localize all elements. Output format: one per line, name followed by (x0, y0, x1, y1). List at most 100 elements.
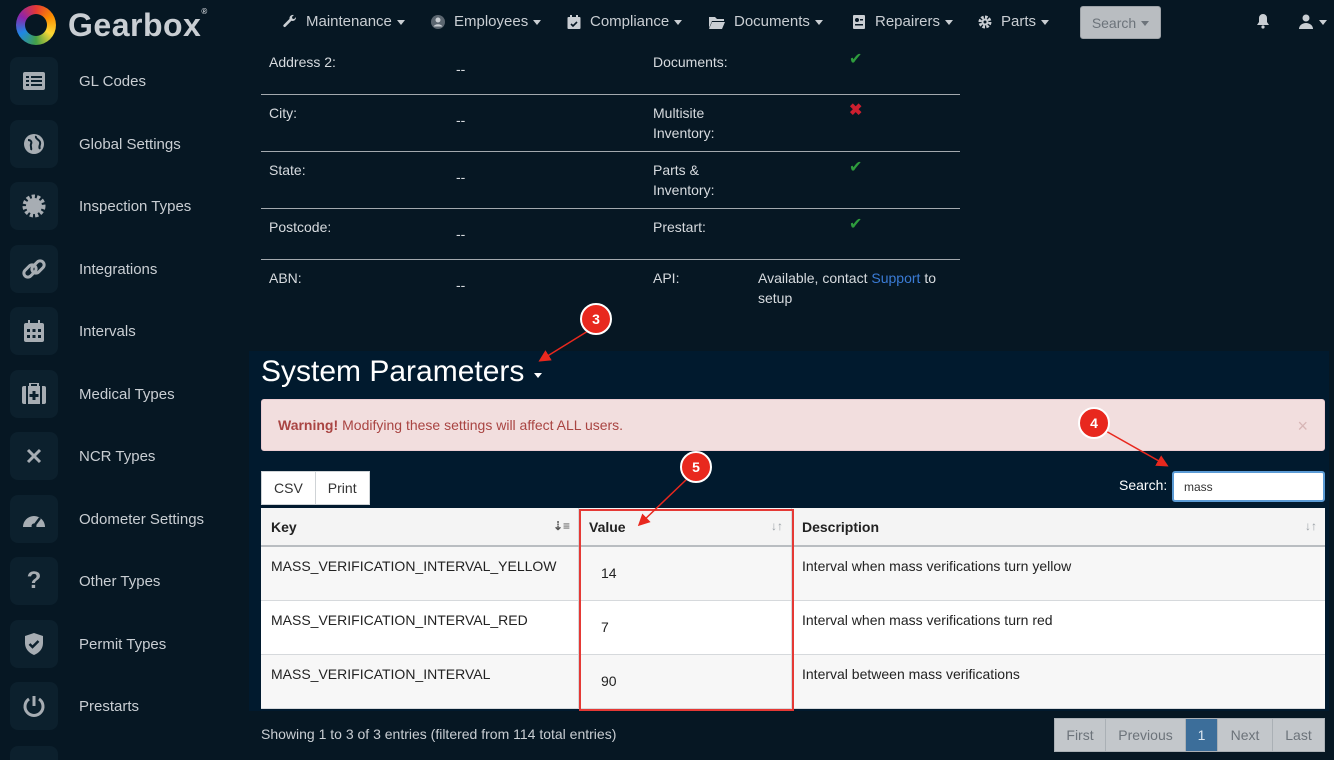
sidebar-item-label: Permit Types (79, 636, 166, 653)
sidebar-item-gl-codes[interactable]: GL Codes (0, 50, 249, 112)
detail-row: Postcode: -- Prestart: ✔ (261, 209, 960, 260)
globe-icon (10, 120, 58, 168)
description-text: Interval when mass verifications turn ye… (802, 558, 1071, 574)
key-cell: MASS_VERIFICATION_INTERVAL (261, 655, 579, 709)
api-status-text: Available, contact Support to setup (758, 268, 958, 308)
csv-button[interactable]: CSV (261, 471, 316, 505)
check-icon: ✔ (849, 158, 862, 178)
nav-maintenance[interactable]: Maintenance (282, 13, 405, 30)
chevron-down-icon (1141, 21, 1149, 26)
key-text: MASS_VERIFICATION_INTERVAL_RED (271, 612, 528, 628)
description-text: Interval when mass verifications turn re… (802, 612, 1053, 628)
pagination-first[interactable]: First (1054, 718, 1106, 752)
check-icon: ✔ (849, 215, 862, 235)
sidebar-item-other-types[interactable]: ? Other Types (0, 550, 249, 612)
annotation-marker-3: 3 (580, 303, 612, 335)
nav-employees-label: Employees (454, 13, 528, 30)
partial-icon (10, 746, 58, 760)
column-header-description[interactable]: Description ↓↑ (792, 508, 1325, 545)
calendar-check-icon (566, 14, 582, 30)
medkit-icon (10, 370, 58, 418)
support-link[interactable]: Support (871, 270, 920, 286)
close-icon[interactable]: × (1297, 416, 1308, 437)
sidebar-item-intervals[interactable]: Intervals (0, 300, 249, 362)
detail-value: -- (456, 59, 465, 79)
user-menu[interactable] (1298, 13, 1327, 29)
gearbox-logo[interactable]: Gearbox® (16, 5, 208, 45)
chevron-down-icon (945, 20, 953, 25)
nav-compliance[interactable]: Compliance (566, 13, 682, 30)
nav-employees[interactable]: Employees (430, 13, 541, 30)
nav-compliance-label: Compliance (590, 13, 669, 30)
bell-icon[interactable] (1256, 13, 1270, 29)
detail-label: State: (269, 160, 306, 180)
column-header-label: Value (589, 519, 626, 535)
nav-repairers[interactable]: Repairers (851, 13, 953, 30)
value-cell[interactable]: 14 (579, 547, 792, 601)
sidebar-item-permit-types[interactable]: Permit Types (0, 613, 249, 675)
pagination-previous[interactable]: Previous (1106, 718, 1186, 752)
warning-strong: Warning! (278, 417, 338, 433)
sidebar-item-ncr-types[interactable]: NCR Types (0, 425, 249, 487)
sort-desc-icon: ⇣≡ (553, 519, 570, 533)
detail-label: Documents: (653, 52, 728, 72)
detail-label: Address 2: (269, 52, 336, 72)
sidebar-item-integrations[interactable]: Integrations (0, 238, 249, 300)
value-cell[interactable]: 90 (579, 655, 792, 709)
times-icon (10, 432, 58, 480)
detail-label: City: (269, 103, 297, 123)
sidebar-item-global-settings[interactable]: Global Settings (0, 113, 249, 175)
pagination: First Previous 1 Next Last (1054, 718, 1325, 752)
sidebar-item-prestarts[interactable]: Prestarts (0, 675, 249, 737)
sidebar-item-odometer-settings[interactable]: Odometer Settings (0, 488, 249, 550)
sidebar-item-inspection-types[interactable]: Inspection Types (0, 175, 249, 237)
shield-check-icon (10, 620, 58, 668)
pagination-last[interactable]: Last (1273, 718, 1325, 752)
pagination-page[interactable]: 1 (1186, 718, 1218, 752)
sidebar-item-label: Medical Types (79, 386, 175, 403)
power-icon (10, 682, 58, 730)
chevron-down-icon (534, 373, 542, 378)
table-row[interactable]: MASS_VERIFICATION_INTERVAL_RED 7 Interva… (261, 601, 1325, 655)
key-cell: MASS_VERIFICATION_INTERVAL_RED (261, 601, 579, 655)
user-icon (1298, 13, 1314, 29)
column-header-value[interactable]: Value ↓↑ (579, 508, 792, 545)
nav-parts[interactable]: Parts (977, 13, 1049, 30)
nav-search-button[interactable]: Search (1080, 6, 1161, 39)
chevron-down-icon (815, 20, 823, 25)
system-parameters-title[interactable]: System Parameters (261, 355, 542, 389)
sidebar-item-partial[interactable] (0, 738, 249, 760)
search-label: Search: (1119, 477, 1167, 493)
detail-label: Postcode: (269, 217, 331, 237)
detail-row: State: -- Parts & Inventory: ✔ (261, 152, 960, 209)
chevron-down-icon (1319, 20, 1327, 25)
sidebar-item-medical-types[interactable]: Medical Types (0, 363, 249, 425)
cross-icon: ✖ (849, 101, 862, 121)
nav-maintenance-label: Maintenance (306, 13, 392, 30)
column-header-key[interactable]: Key ⇣≡ (261, 508, 579, 545)
detail-label: Multisite Inventory: (653, 103, 743, 143)
folder-open-icon (708, 14, 726, 30)
export-buttons: CSV Print (261, 471, 370, 505)
detail-label: Prestart: (653, 217, 706, 237)
chevron-down-icon (1041, 20, 1049, 25)
nav-documents-label: Documents (734, 13, 810, 30)
nav-documents[interactable]: Documents (708, 13, 823, 30)
description-cell: Interval when mass verifications turn re… (792, 601, 1325, 655)
user-circle-icon (430, 14, 446, 30)
table-row[interactable]: MASS_VERIFICATION_INTERVAL_YELLOW 14 Int… (261, 547, 1325, 601)
search-input[interactable] (1172, 471, 1325, 502)
key-text: MASS_VERIFICATION_INTERVAL (271, 666, 490, 682)
detail-label: Parts & Inventory: (653, 160, 743, 200)
value-cell[interactable]: 7 (579, 601, 792, 655)
table-info: Showing 1 to 3 of 3 entries (filtered fr… (261, 726, 616, 742)
question-icon: ? (10, 557, 58, 605)
pagination-next[interactable]: Next (1218, 718, 1273, 752)
print-button[interactable]: Print (316, 471, 370, 505)
sidebar-item-label: Prestarts (79, 698, 139, 715)
detail-label: API: (653, 268, 679, 288)
table-row[interactable]: MASS_VERIFICATION_INTERVAL 90 Interval b… (261, 655, 1325, 709)
check-icon: ✔ (849, 50, 862, 70)
detail-row: ABN: -- API: Available, contact Support … (261, 260, 960, 320)
value-text: 90 (601, 673, 617, 689)
